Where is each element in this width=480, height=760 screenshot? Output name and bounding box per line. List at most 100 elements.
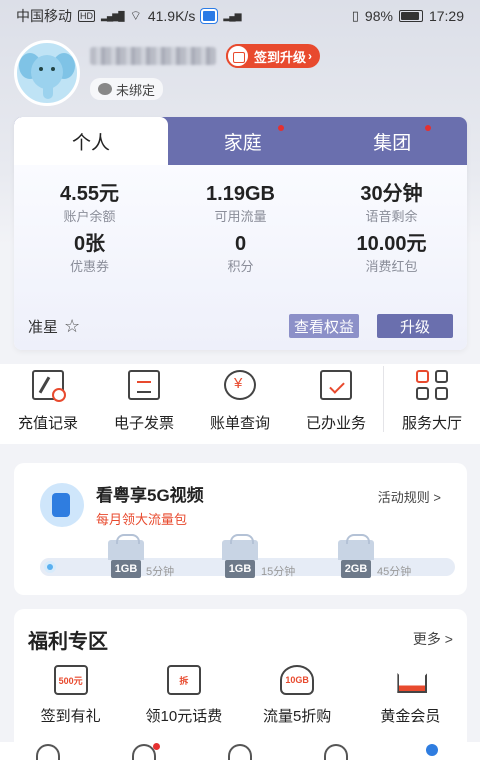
stat-label: 语音剩余: [365, 209, 418, 224]
welfare-phone-credit[interactable]: 拆 领10元话费: [127, 665, 240, 726]
stat-label: 消费红包: [365, 259, 418, 274]
milestone-reward: 1GB: [225, 560, 255, 578]
quick-recharge-record[interactable]: 充值记录: [0, 364, 96, 433]
quick-actions: 充值记录 电子发票 账单查询 已办业务 服务大厅: [0, 364, 480, 444]
gift-box-icon: [338, 534, 374, 560]
stat-label: 积分: [227, 259, 254, 274]
wechat-bind-status[interactable]: 未绑定: [90, 78, 164, 100]
milestone-gift-1[interactable]: 1GB: [106, 534, 146, 578]
stat-balance[interactable]: 4.55元 账户余额: [14, 183, 165, 225]
quick-service-hall[interactable]: 服务大厅: [383, 364, 480, 433]
cell-signal-icon: ▂▄▆█: [101, 10, 125, 21]
quick-action-label: 充值记录: [17, 415, 78, 432]
sign-in-upgrade-label: 签到升级: [254, 49, 307, 65]
red-envelope-icon: 拆: [166, 665, 201, 695]
progress-start-indicator: [44, 561, 56, 573]
quick-action-label: 服务大厅: [401, 415, 462, 432]
account-tabs: 个人 家庭 集团: [14, 117, 467, 165]
stat-red-packet[interactable]: 10.00元 消费红包: [316, 233, 467, 275]
milestone-gift-3[interactable]: 2GB: [336, 534, 376, 578]
account-stats: 4.55元 账户余额 1.19GB 可用流量 30分钟 语音剩余 0张 优惠券 …: [14, 165, 467, 275]
nav-home-icon[interactable]: [36, 744, 60, 760]
welfare-section: 福利专区 更多 > 500元 签到有礼 拆 领10元话费 10GB 流量5折购 …: [14, 609, 467, 749]
stat-label: 优惠券: [69, 259, 109, 274]
stat-value: 0: [234, 233, 247, 255]
welfare-data-discount[interactable]: 10GB 流量5折购: [241, 665, 354, 726]
nav-my-icon[interactable]: [420, 744, 444, 760]
welfare-more-link[interactable]: 更多 >: [413, 629, 453, 649]
bind-status-label: 未绑定: [116, 82, 156, 98]
upgrade-button[interactable]: 升级: [377, 314, 453, 338]
welfare-item-label: 签到有礼: [40, 708, 101, 725]
stat-value: 10.00元: [356, 233, 427, 255]
activity-rules-link[interactable]: 活动规则 >: [378, 487, 441, 506]
second-signal-icon: ▂▄▆: [223, 10, 241, 21]
recharge-record-icon: [32, 370, 66, 402]
milestone-minutes: 15分钟: [261, 566, 296, 578]
milestone-reward: 1GB: [111, 560, 141, 578]
quick-handled-business[interactable]: 已办业务: [288, 364, 384, 433]
avatar[interactable]: [14, 40, 80, 106]
welfare-item-label: 流量5折购: [262, 708, 332, 725]
nav-cards-icon[interactable]: [228, 744, 252, 760]
masked-phone-number: [90, 47, 216, 65]
chevron-right-icon: ›: [308, 49, 313, 63]
bill-query-icon: [224, 370, 256, 400]
network-speed: 41.9K/s: [147, 8, 196, 24]
member-level-label: 准星: [28, 318, 59, 336]
stat-voice[interactable]: 30分钟 语音剩余: [316, 183, 467, 225]
service-hall-icon: [416, 370, 448, 400]
crown-icon: [393, 665, 427, 695]
gift-box-icon: [108, 534, 144, 560]
welfare-item-label: 领10元话费: [145, 708, 223, 725]
stat-points[interactable]: 0 积分: [165, 233, 316, 275]
quick-action-label: 已办业务: [305, 415, 366, 432]
tab-family[interactable]: 家庭: [168, 117, 318, 165]
tab-group[interactable]: 集团: [317, 117, 467, 165]
notification-dot: [153, 743, 160, 750]
quick-action-label: 电子发票: [113, 415, 174, 432]
promo-title: 看粤享5G视频: [96, 486, 204, 505]
welfare-title: 福利专区: [28, 631, 108, 653]
user-profile: 签到升级 › 未绑定: [14, 40, 321, 106]
quick-action-label: 账单查询: [209, 415, 270, 432]
nav-life-icon[interactable]: [324, 744, 348, 760]
tab-family-label: 家庭: [223, 132, 262, 154]
member-level[interactable]: 准星 ☆: [28, 316, 80, 337]
status-bar: 中国移动 HD ▂▄▆█ ⌔ 41.9K/s ▂▄▆ ▯ 98% 17:29: [0, 0, 480, 32]
stat-value: 4.55元: [60, 183, 119, 205]
quick-bill-query[interactable]: 账单查询: [192, 364, 288, 433]
quick-invoice[interactable]: 电子发票: [96, 364, 192, 433]
wifi-icon: ⌔: [129, 8, 142, 23]
milestone-minutes: 45分钟: [377, 566, 412, 578]
nav-shop-icon[interactable]: [132, 743, 160, 760]
battery-icon: [398, 10, 423, 22]
wechat-icon: [98, 83, 112, 95]
account-card: 个人 家庭 集团 4.55元 账户余额 1.19GB 可用流量 30分钟 语音剩…: [14, 117, 467, 350]
sign-in-upgrade-button[interactable]: 签到升级 ›: [226, 44, 321, 68]
invoice-icon: [128, 370, 160, 400]
promo-subtitle: 每月领大流量包: [96, 512, 188, 527]
milestone-gift-2[interactable]: 1GB: [220, 534, 260, 578]
tab-personal[interactable]: 个人: [14, 117, 168, 165]
milestone-minutes: 5分钟: [146, 566, 175, 578]
stat-label: 可用流量: [214, 209, 267, 224]
video-promo-card[interactable]: 看粤享5G视频 每月领大流量包 活动规则 > 1GB 5分钟 1GB 15分钟 …: [14, 463, 467, 595]
stat-value: 1.19GB: [206, 183, 275, 205]
battery-percent: 98%: [364, 8, 393, 24]
calendar-icon: [226, 44, 250, 68]
welfare-sign-in-gift[interactable]: 500元 签到有礼: [14, 665, 127, 726]
stat-coupons[interactable]: 0张 优惠券: [14, 233, 165, 275]
hd-badge: HD: [78, 10, 95, 22]
tab-personal-label: 个人: [71, 132, 110, 154]
notification-dot: [425, 125, 432, 131]
handled-business-icon: [320, 370, 352, 400]
stat-data[interactable]: 1.19GB 可用流量: [165, 183, 316, 225]
calendar-gift-icon: 500元: [53, 665, 88, 695]
carrier-name: 中国移动: [16, 8, 72, 24]
data-bag-icon: 10GB: [280, 665, 315, 695]
stat-value: 30分钟: [360, 183, 423, 205]
view-benefits-button[interactable]: 查看权益: [288, 314, 359, 338]
welfare-item-label: 黄金会员: [380, 708, 441, 725]
welfare-gold-member[interactable]: 黄金会员: [354, 665, 467, 726]
